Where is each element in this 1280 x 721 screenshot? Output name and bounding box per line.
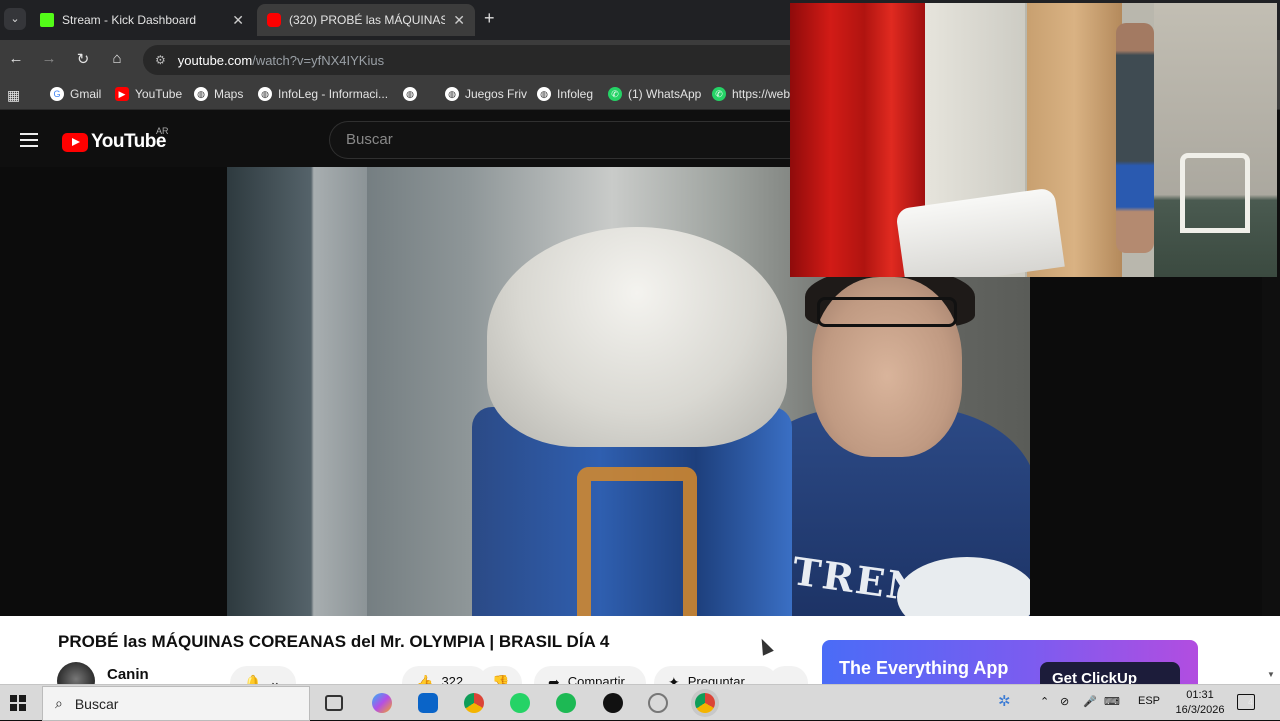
globe-icon: ◍ — [403, 87, 417, 101]
obs-icon[interactable] — [603, 693, 623, 713]
keyboard-icon[interactable]: ⌨ — [1104, 695, 1120, 708]
chrome-active-icon[interactable] — [695, 693, 715, 713]
youtube-play-icon — [62, 132, 88, 152]
microphone-icon[interactable]: 🎤 — [1083, 695, 1097, 708]
supplement-jar-logo — [577, 467, 697, 616]
bookmark-label: Maps — [214, 87, 244, 101]
forward-icon[interactable]: → — [39, 50, 59, 67]
white-chair-back — [1180, 153, 1250, 233]
glasses — [817, 297, 957, 327]
scroll-down-icon[interactable]: ▼ — [1267, 670, 1275, 679]
url-host: youtube.com — [177, 52, 253, 68]
background-room — [1154, 3, 1277, 277]
google-icon: G — [50, 87, 64, 101]
whatsapp-icon: ✆ — [712, 87, 726, 101]
tab-youtube-video[interactable]: (320) PROBÉ las MÁQUINAS CO ✕ — [257, 4, 475, 36]
taskbar-search-label: Buscar — [74, 695, 119, 712]
bookmark-whatsapp[interactable]: ✆ (1) WhatsApp — [608, 87, 701, 101]
site-info-icon[interactable]: ⚙ — [155, 53, 166, 67]
task-view-icon[interactable] — [325, 695, 343, 711]
whatsapp-icon[interactable] — [510, 693, 530, 713]
apps-grid-icon[interactable]: ▦ — [7, 87, 20, 104]
new-tab-button[interactable]: + — [484, 8, 495, 29]
tray-app-icon[interactable]: ✲ — [998, 692, 1011, 710]
system-clock[interactable]: 01:31 16/3/2026 — [1170, 688, 1230, 718]
video-window-background — [227, 167, 367, 616]
bookmark-maps[interactable]: ◍ Maps — [194, 87, 243, 101]
youtube-logo[interactable]: YouTube — [62, 131, 166, 153]
bookmark-infoleg-info[interactable]: ◍ InfoLeg - Informaci... — [258, 87, 388, 101]
youtube-wordmark: YouTube — [91, 131, 166, 152]
ad-text: The Everything App — [839, 658, 1009, 678]
menu-icon[interactable] — [20, 133, 38, 151]
globe-icon: ◍ — [445, 87, 459, 101]
bookmark-youtube[interactable]: ▶ YouTube — [115, 87, 182, 101]
globe-icon: ◍ — [537, 87, 551, 101]
outlook-icon[interactable] — [418, 693, 438, 713]
spotify-icon[interactable] — [556, 693, 576, 713]
globe-icon: ◍ — [258, 87, 272, 101]
bookmark-label: https://web — [732, 87, 791, 101]
youtube-icon: ▶ — [115, 87, 129, 101]
clock-date: 16/3/2026 — [1175, 704, 1225, 716]
language-indicator[interactable]: ESP — [1138, 695, 1160, 707]
whatsapp-icon: ✆ — [608, 87, 622, 101]
bookmark-infoleg[interactable]: ◍ Infoleg — [537, 87, 593, 101]
standing-person — [1116, 23, 1154, 253]
network-icon[interactable]: ⊘ — [1060, 695, 1069, 708]
webcam-overlay — [790, 3, 1277, 277]
supplement-jar-lid — [487, 227, 787, 447]
channel-name[interactable]: Canin — [107, 666, 149, 683]
video-details: PROBÉ las MÁQUINAS COREANAS del Mr. OLYM… — [0, 616, 1280, 700]
globe-icon: ◍ — [194, 87, 208, 101]
back-icon[interactable]: ← — [6, 50, 26, 67]
search-icon: ⌕ — [55, 695, 63, 711]
bookmark-label: Gmail — [70, 87, 102, 101]
reload-icon[interactable]: ↻ — [73, 50, 93, 68]
bookmark-juegos-friv[interactable]: ◍ Juegos Friv — [445, 87, 527, 101]
bookmark-label: Infoleg — [557, 87, 594, 101]
windows-taskbar: ⌕ Buscar ✲ ⌃ ⊘ 🎤 ⌨ ESP 01:31 16/3/2026 4 — [0, 684, 1280, 721]
taskbar-search[interactable]: ⌕ Buscar — [42, 686, 310, 721]
tab-title: Stream - Kick Dashboard — [62, 13, 197, 27]
tab-search-dropdown-icon[interactable]: ⌄ — [4, 8, 26, 30]
chrome-icon[interactable] — [464, 693, 484, 713]
bookmark-web-whatsapp[interactable]: ✆ https://web — [712, 87, 790, 101]
video-title: PROBÉ las MÁQUINAS COREANAS del Mr. OLYM… — [58, 632, 610, 651]
tab-kick-dashboard[interactable]: Stream - Kick Dashboard ✕ — [30, 4, 254, 36]
mouse-cursor-icon — [756, 636, 774, 656]
bookmark-unnamed[interactable]: ◍ — [403, 87, 423, 101]
country-code: AR — [156, 126, 169, 136]
bookmark-label: InfoLeg - Informaci... — [278, 87, 389, 101]
close-tab-icon[interactable]: ✕ — [232, 12, 244, 29]
close-tab-icon[interactable]: ✕ — [453, 12, 465, 29]
youtube-favicon-icon — [267, 13, 281, 27]
bookmark-label: (1) WhatsApp — [628, 87, 702, 101]
chevron-up-icon[interactable]: ⌃ — [1040, 695, 1049, 708]
kick-favicon-icon — [40, 13, 54, 27]
youtube-search-input[interactable]: Buscar — [329, 121, 799, 159]
windows-start-icon[interactable] — [10, 695, 26, 711]
app-icon[interactable] — [648, 693, 668, 713]
bookmark-label: Juegos Friv — [465, 87, 528, 101]
address-bar[interactable]: ⚙ youtube.com /watch?v=yfNX4IYKius — [143, 45, 803, 75]
home-icon[interactable]: ⌂ — [107, 50, 127, 67]
bookmark-label: YouTube — [135, 87, 183, 101]
clock-time: 01:31 — [1186, 689, 1214, 701]
bookmark-gmail[interactable]: G Gmail — [50, 87, 101, 101]
notification-icon[interactable]: 4 — [1237, 694, 1255, 710]
url-path: /watch?v=yfNX4IYKius — [252, 52, 385, 68]
tab-title: (320) PROBÉ las MÁQUINAS CO — [289, 13, 446, 27]
copilot-icon[interactable] — [372, 693, 392, 713]
